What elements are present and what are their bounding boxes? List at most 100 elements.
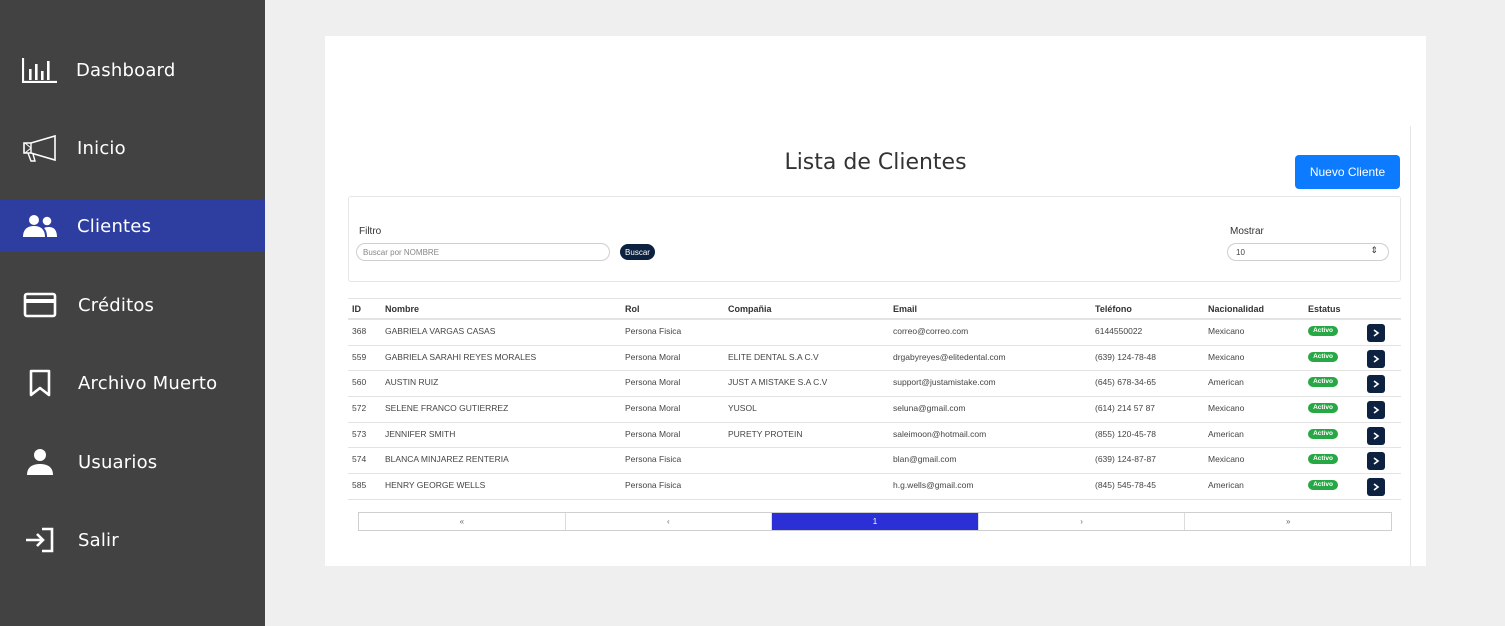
page-size-select[interactable]: 10 ⇕ [1227,243,1389,261]
column-header-telefono: Teléfono [1095,304,1132,314]
status-badge: Activo [1308,428,1338,439]
cell-rol: Persona Fisica [625,326,682,336]
table-row: 572 SELENE FRANCO GUTIERREZ Persona Mora… [348,397,1401,423]
column-header-id: ID [352,304,361,314]
cell-id: 585 [352,480,367,491]
table-row: 585 HENRY GEORGE WELLS Persona Fisica h.… [348,474,1401,500]
column-header-nombre: Nombre [385,304,420,314]
cell-id: 559 [352,351,367,362]
status-badge: Activo [1308,377,1338,388]
sidebar: Dashboard Inicio Clientes Créditos Archi… [0,0,265,626]
cell-compania: ELITE DENTAL S.A C.V [728,351,819,362]
credit-card-icon [22,289,58,321]
chevron-right-icon [1373,457,1380,466]
sidebar-item-label: Archivo Muerto [78,372,218,394]
cell-id: 574 [352,454,367,465]
cell-compania: PURETY PROTEIN [728,428,803,439]
cell-nacionalidad: Mexicano [1208,454,1245,465]
people-icon [22,210,58,242]
cell-telefono: (639) 124-78-48 [1095,351,1156,362]
cell-rol: Persona Moral [625,377,681,388]
page-size-value: 10 [1236,247,1245,257]
cell-email: h.g.wells@gmail.com [893,480,974,491]
cell-nombre: GABRIELA VARGAS CASAS [385,326,496,336]
cell-nacionalidad: American [1208,480,1244,491]
sidebar-item-usuarios[interactable]: Usuarios [0,436,265,488]
sidebar-item-label: Clientes [77,215,152,237]
sidebar-item-label: Usuarios [78,451,158,473]
cell-rol: Persona Fisica [625,454,682,465]
status-badge: Activo [1308,403,1338,414]
cell-nombre: AUSTIN RUIZ [385,377,439,388]
view-client-button[interactable] [1367,401,1385,420]
cell-id: 560 [352,377,367,388]
view-client-button[interactable] [1367,452,1385,471]
cell-telefono: (645) 678-34-65 [1095,377,1156,388]
status-badge: Activo [1308,351,1338,362]
pagination-next[interactable]: › [979,513,1186,530]
column-header-email: Email [893,304,918,314]
view-client-button[interactable] [1367,349,1385,368]
sidebar-item-label: Dashboard [76,59,176,81]
status-badge: Activo [1308,454,1338,465]
table-row: 368 GABRIELA VARGAS CASAS Persona Fisica… [348,320,1401,346]
sidebar-item-clientes[interactable]: Clientes [0,200,265,252]
divider [1410,126,1411,566]
cell-rol: Persona Moral [625,351,681,362]
cell-id: 368 [352,326,367,336]
view-client-button[interactable] [1367,478,1385,497]
cell-compania: JUST A MISTAKE S.A C.V [728,377,828,388]
select-arrows-icon: ⇕ [1370,245,1378,255]
table-row: 573 JENNIFER SMITH Persona Moral PURETY … [348,423,1401,449]
cell-telefono: (614) 214 57 87 [1095,403,1156,414]
sidebar-item-archivo-muerto[interactable]: Archivo Muerto [0,357,265,409]
search-button[interactable]: Buscar [620,244,655,260]
cell-nacionalidad: American [1208,377,1244,388]
status-badge: Activo [1308,480,1338,491]
pagination-page-1[interactable]: 1 [772,513,979,530]
view-client-button[interactable] [1367,324,1385,342]
chevron-right-icon [1373,406,1380,414]
cell-id: 572 [352,403,367,414]
pagination-first[interactable]: « [359,513,566,530]
cell-email: blan@gmail.com [893,454,957,465]
cell-email: support@justamistake.com [893,377,996,388]
cell-email: drgabyreyes@elitedental.com [893,351,1006,362]
cell-rol: Persona Moral [625,403,681,414]
cell-nacionalidad: American [1208,428,1244,439]
column-header-estatus: Estatus [1308,304,1341,314]
chevron-right-icon [1373,432,1380,440]
show-label: Mostrar [1230,226,1264,237]
cell-nombre: BLANCA MINJAREZ RENTERIA [385,454,509,465]
cell-email: correo@correo.com [893,326,969,336]
cell-id: 573 [352,428,367,439]
megaphone-icon [22,132,58,164]
view-client-button[interactable] [1367,426,1385,445]
status-badge: Activo [1308,326,1338,336]
sidebar-item-dashboard[interactable]: Dashboard [0,44,265,96]
cell-email: seluna@gmail.com [893,403,966,414]
cell-email: saleimoon@hotmail.com [893,428,987,439]
new-client-button[interactable]: Nuevo Cliente [1295,155,1400,189]
sidebar-item-creditos[interactable]: Créditos [0,279,265,331]
cell-nombre: HENRY GEORGE WELLS [385,480,486,491]
column-header-nacionalidad: Nacionalidad [1208,304,1265,314]
cell-nacionalidad: Mexicano [1208,403,1245,414]
cell-nombre: JENNIFER SMITH [385,428,456,439]
page-title: Lista de Clientes [784,150,967,175]
cell-compania: YUSOL [728,403,757,414]
table-row: 574 BLANCA MINJAREZ RENTERIA Persona Fis… [348,448,1401,475]
search-input[interactable] [356,243,610,261]
bookmark-icon [22,367,58,399]
chevron-right-icon [1373,329,1380,337]
sidebar-item-salir[interactable]: Salir [0,514,265,566]
person-icon [22,446,58,478]
pagination-previous[interactable]: ‹ [566,513,773,530]
pagination: « ‹ 1 › » [358,512,1392,531]
cell-telefono: (639) 124-87-87 [1095,454,1156,465]
sidebar-item-inicio[interactable]: Inicio [0,122,265,174]
filter-label: Filtro [359,226,382,237]
pagination-last[interactable]: » [1185,513,1391,530]
view-client-button[interactable] [1367,375,1385,394]
sidebar-item-label: Salir [78,529,119,551]
